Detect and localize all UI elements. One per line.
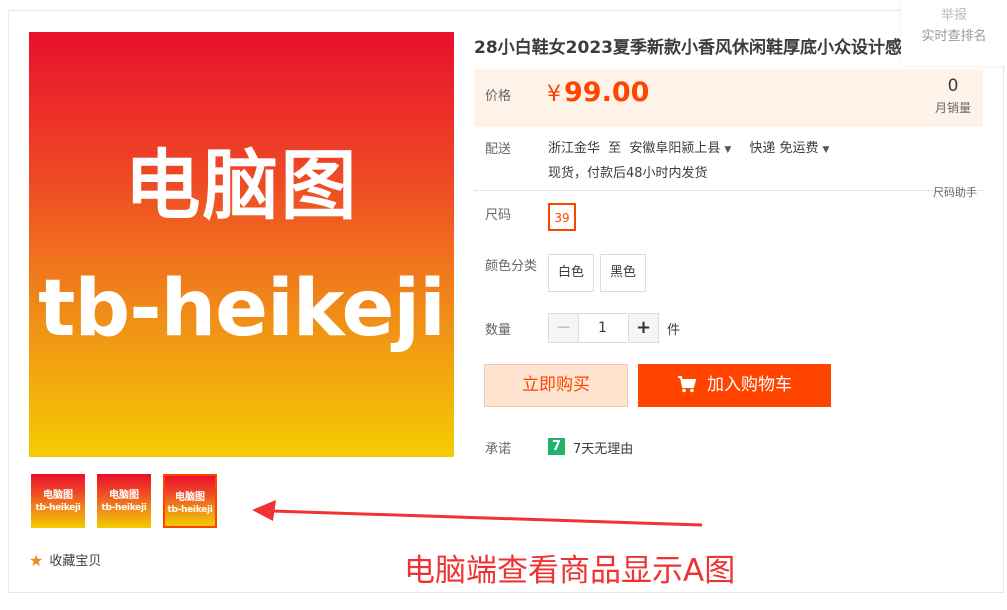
- chevron-down-icon: ▼: [822, 145, 830, 155]
- report-panel[interactable]: 举报 实时查排名: [901, 0, 1007, 66]
- rank-link[interactable]: 实时查排名: [901, 25, 1007, 44]
- promise-text[interactable]: 7天无理由: [573, 438, 633, 457]
- seven-day-return-icon: 7: [548, 438, 565, 455]
- price-value: ¥99.00: [547, 77, 649, 108]
- favorite-button[interactable]: ★ 收藏宝贝: [29, 550, 101, 570]
- color-option-white[interactable]: 白色: [548, 254, 594, 292]
- quantity-input[interactable]: 1: [578, 313, 627, 343]
- shipping-method: 快递 免运费: [749, 141, 819, 156]
- promise-label: 承诺: [485, 442, 512, 457]
- product-title: 28小白鞋女2023夏季新款小香风休闲鞋厚底小众设计感板鞋: [474, 38, 936, 58]
- size-helper-link[interactable]: 尺码助手: [933, 184, 977, 200]
- price-box: 价格 ¥99.00 0 月销量: [474, 69, 983, 127]
- shipping-note: 现货，付款后48小时内发货: [548, 166, 708, 181]
- monthly-sales-label: 月销量: [934, 101, 971, 115]
- chevron-down-icon: ▼: [724, 145, 732, 155]
- annotation-caption: 电脑端查看商品显示A图: [404, 553, 736, 589]
- divider: [474, 190, 983, 191]
- main-image-text-2: tb-heikeji: [38, 264, 446, 354]
- buy-now-button[interactable]: 立即购买: [484, 364, 628, 407]
- shipping-method-select[interactable]: 快递 免运费 ▼: [749, 141, 843, 156]
- thumbnail-2[interactable]: 电脑图 tb-heikeji: [97, 474, 151, 528]
- thumbnail-text-2: tb-heikeji: [167, 505, 213, 515]
- thumbnail-1[interactable]: 电脑图 tb-heikeji: [31, 474, 85, 528]
- favorite-label: 收藏宝贝: [49, 554, 102, 569]
- shipping-label: 配送: [485, 142, 512, 157]
- color-label: 颜色分类: [485, 259, 538, 274]
- thumbnail-text-1: 电脑图: [109, 490, 139, 501]
- currency-symbol: ¥: [547, 82, 561, 107]
- shipping-origin: 浙江金华: [548, 141, 601, 156]
- star-icon: ★: [29, 551, 44, 570]
- price-amount: 99.00: [564, 77, 650, 108]
- monthly-sales: 0 月销量: [935, 76, 971, 116]
- color-option-black[interactable]: 黑色: [600, 254, 646, 292]
- quantity-stepper: − 1 +: [548, 313, 659, 343]
- add-to-cart-label: 加入购物车: [707, 375, 792, 395]
- report-link[interactable]: 举报: [901, 4, 1007, 23]
- shipping-destination: 安徽阜阳颍上县: [629, 141, 721, 156]
- shipping-destination-select[interactable]: 安徽阜阳颍上县 ▼: [629, 141, 745, 156]
- quantity-unit: 件: [667, 323, 681, 338]
- price-label: 价格: [485, 89, 512, 104]
- main-product-image[interactable]: 电脑图 tb-heikeji: [29, 32, 454, 457]
- thumbnail-3-selected[interactable]: 电脑图 tb-heikeji: [163, 474, 217, 528]
- annotation-arrow-icon: [252, 500, 703, 527]
- thumbnail-text-1: 电脑图: [175, 492, 205, 503]
- add-to-cart-button[interactable]: 加入购物车: [638, 364, 831, 407]
- thumbnail-text-2: tb-heikeji: [35, 503, 81, 513]
- size-label: 尺码: [485, 208, 512, 223]
- quantity-label: 数量: [485, 323, 512, 338]
- thumbnail-text-1: 电脑图: [43, 490, 73, 501]
- shipping-to: 至: [608, 141, 622, 156]
- quantity-increase-button[interactable]: +: [628, 313, 659, 343]
- monthly-sales-count: 0: [947, 76, 959, 96]
- shipping-row: 浙江金华 至 安徽阜阳颍上县 ▼ 快递 免运费 ▼: [548, 137, 843, 156]
- thumbnail-text-2: tb-heikeji: [101, 503, 147, 513]
- size-option-39[interactable]: 39: [548, 203, 576, 231]
- cart-icon: [678, 376, 697, 393]
- quantity-decrease-button[interactable]: −: [548, 313, 579, 343]
- main-image-text-1: 电脑图: [124, 141, 359, 230]
